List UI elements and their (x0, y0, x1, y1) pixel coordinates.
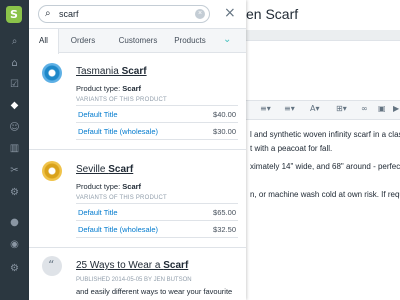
search-tabs: All Orders Customers Products ⌄ (29, 29, 246, 54)
orders-icon[interactable]: ☑ (8, 78, 21, 91)
tab-all[interactable]: All (29, 29, 59, 54)
variant-title[interactable]: Default Title (wholesale) (78, 127, 158, 136)
text-color-icon[interactable]: A▾ (310, 104, 320, 113)
apps-icon[interactable]: ⚙ (8, 186, 21, 199)
description-line: l and synthetic woven infinity scarf in … (250, 130, 400, 139)
variant-title[interactable]: Default Title (wholesale) (78, 225, 158, 234)
published-meta: PUBLISHED 2014-05-05 BY JEN BUTSON (76, 277, 192, 283)
divider (76, 237, 238, 238)
search-results: Tasmania Scarf Product type: Scarf VARIA… (29, 54, 246, 300)
variant-price: $32.50 (213, 225, 236, 234)
variant-price: $65.00 (213, 208, 236, 217)
product-thumbnail (42, 63, 62, 83)
video-icon[interactable]: ▶ (393, 104, 399, 113)
variants-heading: VARIANTS OF THIS PRODUCT (76, 97, 167, 103)
table-icon[interactable]: ⊞▾ (336, 104, 347, 113)
search-bar: ⌕ scarf × × (29, 0, 246, 29)
settings-icon[interactable]: ⚙ (8, 262, 21, 275)
home-icon[interactable]: ⌂ (8, 57, 21, 70)
indent-icon[interactable]: ≡▾ (284, 104, 295, 113)
search-icon: ⌕ (45, 8, 51, 19)
store-logo-icon[interactable] (6, 6, 22, 23)
product-type: Product type: Scarf (76, 84, 142, 93)
close-icon[interactable]: × (224, 5, 236, 21)
result-title[interactable]: 25 Ways to Wear a Scarf (76, 260, 188, 271)
divider (29, 149, 246, 150)
page-title: en Scarf (246, 6, 299, 22)
link-icon[interactable]: ∞ (361, 104, 368, 113)
product-thumbnail (42, 161, 62, 181)
chevron-down-icon[interactable]: ⌄ (223, 34, 231, 45)
left-nav: ⌕ ⌂ ☑ ◆ ☺ ▥ ✂ ⚙ ● ◉ ⚙ (0, 0, 29, 300)
sales-channel-icon[interactable]: ◉ (8, 238, 21, 251)
description-line: t with a peacoat for fall. (250, 144, 333, 153)
variant-price: $40.00 (213, 110, 236, 119)
variant-row[interactable]: Default Title $40.00 (76, 105, 238, 122)
variants-heading: VARIANTS OF THIS PRODUCT (76, 195, 167, 201)
variant-price: $30.00 (213, 127, 236, 136)
clear-search-icon[interactable]: × (195, 9, 205, 19)
result-title[interactable]: Tasmania Scarf (76, 66, 147, 77)
tab-orders[interactable]: Orders (63, 29, 103, 53)
search-query[interactable]: scarf (59, 9, 79, 19)
image-icon[interactable]: ▣ (378, 104, 386, 113)
search-icon[interactable]: ⌕ (8, 35, 21, 48)
search-input[interactable]: ⌕ scarf × (38, 5, 210, 23)
divider (29, 247, 246, 248)
variant-row[interactable]: Default Title (wholesale) $30.00 (76, 122, 238, 139)
tab-customers[interactable]: Customers (113, 29, 163, 53)
description-line: n, or machine wash cold at own risk. If … (250, 190, 400, 199)
variant-title[interactable]: Default Title (78, 208, 118, 217)
discounts-icon[interactable]: ✂ (8, 164, 21, 177)
variant-row[interactable]: Default Title (wholesale) $32.50 (76, 220, 238, 237)
result-title[interactable]: Seville Scarf (76, 164, 133, 175)
variant-row[interactable]: Default Title $65.00 (76, 203, 238, 220)
blog-post-icon (42, 256, 62, 276)
location-icon[interactable]: ● (8, 216, 21, 229)
customers-icon[interactable]: ☺ (8, 121, 21, 134)
search-panel: ⌕ scarf × × All Orders Customers Product… (29, 0, 246, 300)
product-type: Product type: Scarf (76, 182, 142, 191)
divider (76, 139, 238, 140)
variant-title[interactable]: Default Title (78, 110, 118, 119)
reports-icon[interactable]: ▥ (8, 142, 21, 155)
description-line: ximately 14" wide, and 68" around - perf… (250, 162, 400, 171)
blog-snippet: and easily different ways to wear your f… (76, 287, 233, 296)
tab-products[interactable]: Products (169, 29, 211, 53)
tag-icon[interactable]: ◆ (8, 99, 21, 112)
align-icon[interactable]: ≡▾ (260, 104, 271, 113)
